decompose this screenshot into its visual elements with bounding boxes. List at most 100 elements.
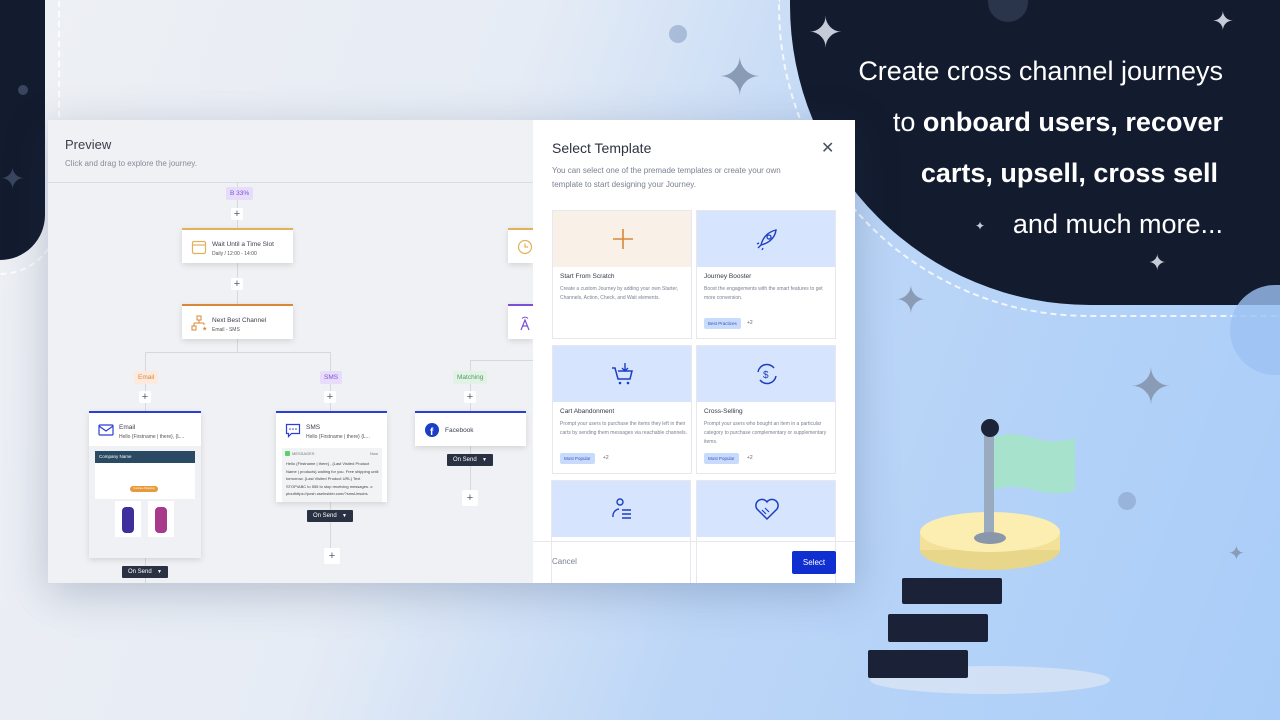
envelope-icon (98, 424, 114, 436)
sms-node[interactable]: SMS Hello {Firstname | there} {L... MESS… (276, 411, 387, 502)
node-subtitle: Daily / 12:00 - 14:00 (212, 251, 257, 257)
star-icon: ✦ (1228, 543, 1245, 565)
add-step-button[interactable]: + (462, 490, 478, 506)
rocket-icon (756, 229, 777, 251)
on-send-dropdown[interactable]: On Send ▼ (447, 454, 493, 466)
on-send-dropdown[interactable]: On Send ▼ (122, 566, 168, 578)
messages-app-icon (285, 451, 290, 456)
tagline-line-1: Create cross channel journeys (858, 56, 1223, 86)
email-preview: Company Name Continue Shopping (89, 446, 201, 558)
close-icon[interactable]: ✕ (821, 138, 834, 158)
email-preview-header: Company Name Continue Shopping (95, 451, 195, 499)
add-step-button[interactable]: + (464, 391, 476, 403)
star-icon: ✦ (975, 219, 986, 233)
branch-label-email: Email (134, 371, 159, 384)
select-button[interactable]: Select (792, 551, 836, 574)
sms-time: Now (369, 451, 378, 456)
user-list-icon (612, 498, 631, 519)
exchange-dollar-icon: $ (757, 363, 777, 385)
template-name: Cross-Selling (704, 408, 743, 415)
product-image (148, 501, 174, 537)
template-card-cross-selling[interactable]: $ Cross-Selling Prompt your users who bo… (696, 345, 836, 474)
cancel-button[interactable]: Cancel (552, 557, 577, 566)
add-step-button[interactable]: + (324, 391, 336, 403)
template-badge: Most Popular (560, 453, 595, 464)
template-card[interactable] (551, 480, 691, 583)
calendar-icon (191, 240, 207, 255)
add-step-button[interactable]: + (139, 391, 151, 403)
star-icon: ✦ (1130, 359, 1172, 415)
email-node[interactable]: Email Hello {Firstname | there}, {L... C… (89, 411, 201, 558)
template-name: Start From Scratch (560, 273, 615, 280)
node-title: Facebook (445, 427, 474, 434)
plus-icon (613, 229, 633, 249)
modal-footer-divider (533, 541, 855, 542)
template-badge: Most Popular (704, 453, 739, 464)
template-description: Create a custom Journey by adding your o… (560, 286, 679, 301)
preview-title: Preview (65, 137, 112, 152)
dropdown-label: On Send (128, 569, 152, 575)
decor-dot (18, 85, 28, 95)
antenna-icon (520, 316, 530, 331)
flag-illustration (868, 419, 1110, 694)
cart-icon (612, 363, 633, 385)
branch-label-sms: SMS (320, 371, 343, 384)
branch-label-matching: Matching (453, 371, 488, 384)
tagline-line-2: to onboard users, recover (893, 107, 1223, 138)
product-image (115, 501, 141, 537)
preview-canvas[interactable]: Preview Click and drag to explore the jo… (48, 120, 533, 583)
sms-preview: MESSAGES Now Hello {Firstname | there} ,… (282, 448, 382, 502)
node-subtitle: Hello {Firstname | there}, {L... (119, 434, 185, 440)
star-icon: ✦ (895, 280, 927, 322)
tagline-text: to (892, 107, 923, 137)
wait-node-partial[interactable] (508, 228, 533, 263)
caret-down-icon: ▼ (157, 569, 162, 575)
select-template-modal: Select Template ✕ You can select one of … (533, 120, 855, 583)
dropdown-label: On Send (313, 513, 337, 519)
modal-title: Select Template (552, 140, 652, 156)
template-more-count: +2 (603, 455, 609, 461)
decor-dot (669, 25, 687, 43)
node-title: Next Best Channel (212, 317, 267, 324)
tagline-line-3: carts, upsell, cross sell (921, 158, 1218, 189)
node-subtitle: Hello {Firstname | there} {L... (306, 434, 370, 440)
handshake-heart-icon (755, 498, 779, 521)
preview-subtitle: Click and drag to explore the journey. (65, 159, 197, 168)
node-title: Wait Until a Time Slot (212, 241, 274, 248)
tagline-bold: carts, upsell, cross sell (920, 158, 1218, 188)
clock-icon (517, 239, 533, 255)
star-icon: ✦ (1212, 6, 1234, 36)
template-description: Prompt your users who bought an item in … (704, 421, 827, 445)
add-step-button[interactable]: + (231, 208, 243, 220)
sms-body: Hello {Firstname | there} , {Last Visite… (286, 461, 379, 496)
facebook-node[interactable]: f Facebook (415, 411, 526, 446)
star-icon: ✦ (1148, 250, 1167, 275)
add-step-button[interactable]: + (324, 548, 340, 564)
template-name: Cart Abandonment (560, 408, 615, 415)
journey-builder-window: Preview Click and drag to explore the jo… (48, 120, 855, 583)
caret-down-icon: ▼ (342, 513, 347, 519)
divider (48, 182, 533, 183)
node-title: Email (119, 424, 136, 431)
template-badge: Best Practices (704, 318, 741, 329)
email-company-name: Company Name (95, 451, 195, 463)
template-more-count: +2 (747, 320, 753, 326)
connector (470, 360, 533, 361)
on-send-dropdown[interactable]: On Send ▼ (307, 510, 353, 522)
template-description: Prompt your users to purchase the items … (560, 421, 688, 436)
tagline-line-4: and much more... (1012, 209, 1223, 239)
template-card-start-from-scratch[interactable]: Start From Scratch Create a custom Journ… (552, 210, 692, 339)
star-icon: ✦ (0, 163, 26, 196)
next-best-channel-node[interactable]: ★ Next Best Channel Email - SMS (182, 304, 293, 339)
hierarchy-icon: ★ (191, 315, 207, 331)
template-more-count: +2 (747, 455, 753, 461)
broadcast-node-partial[interactable] (508, 304, 533, 339)
facebook-icon: f (425, 423, 439, 438)
add-step-button[interactable]: + (231, 278, 243, 290)
wait-node[interactable]: Wait Until a Time Slot Daily / 12:00 - 1… (182, 228, 293, 263)
decor-dot (1118, 492, 1136, 510)
template-card-journey-booster[interactable]: Journey Booster Boost the engagements wi… (696, 210, 836, 339)
modal-description: You can select one of the premade templa… (552, 166, 781, 189)
template-name: Journey Booster (704, 273, 752, 280)
template-card-cart-abandonment[interactable]: Cart Abandonment Prompt your users to pu… (552, 345, 692, 474)
